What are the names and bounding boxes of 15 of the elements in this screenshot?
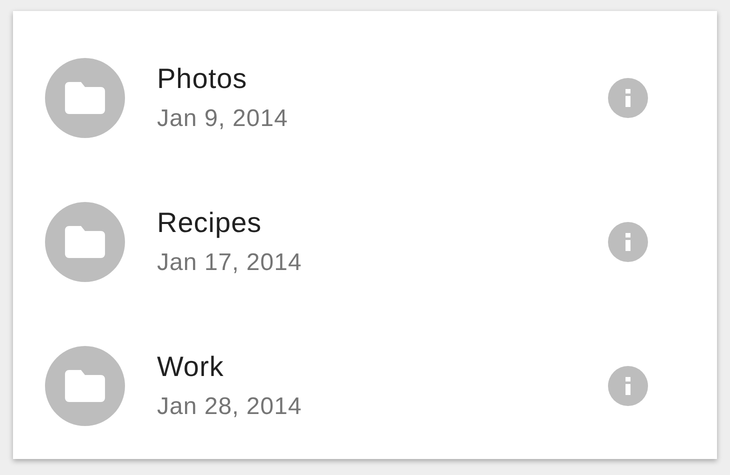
info-button[interactable] (608, 366, 648, 406)
folder-name: Work (157, 351, 225, 383)
folder-name: Recipes (157, 207, 263, 239)
info-button[interactable] (608, 222, 648, 262)
folder-icon (65, 370, 105, 402)
folder-icon (65, 226, 105, 258)
info-button[interactable] (608, 78, 648, 118)
info-icon (625, 89, 631, 107)
info-icon (625, 233, 631, 251)
folder-date: Jan 28, 2014 (157, 393, 303, 421)
info-icon (625, 377, 631, 395)
folder-date: Jan 9, 2014 (157, 105, 289, 133)
folder-name: Photos (157, 63, 248, 95)
folder-icon (65, 82, 105, 114)
folder-date: Jan 17, 2014 (157, 249, 303, 277)
